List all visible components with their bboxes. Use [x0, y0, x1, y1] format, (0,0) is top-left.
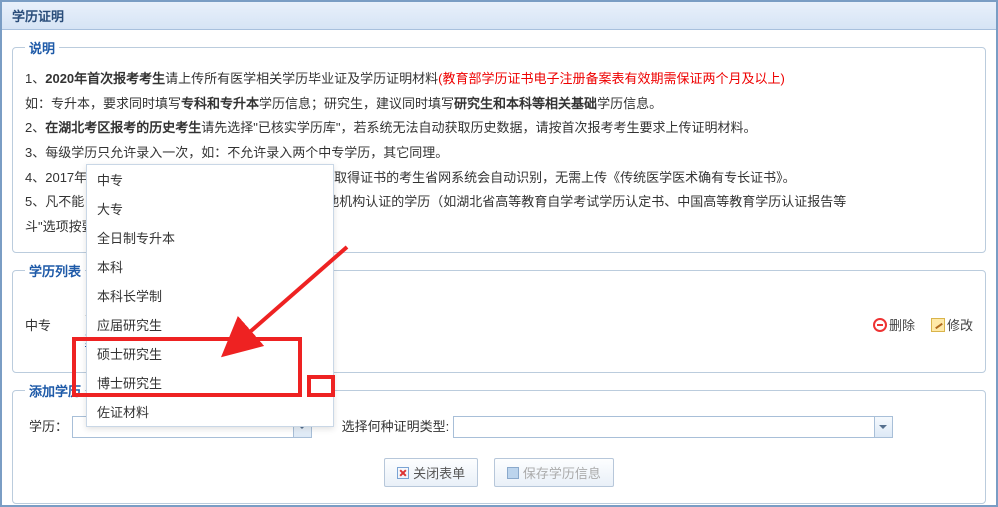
- note-line-2: 如：专升本，要求同时填写专科和专升本学历信息；研究生，建议同时填写研究生和本科等…: [25, 92, 973, 117]
- close-icon: [397, 467, 409, 479]
- proof-type-label: 选择何种证明类型:: [342, 419, 450, 434]
- note-line-1: 1、2020年首次报考考生请上传所有医学相关学历毕业证及学历证明材料(教育部学历…: [25, 67, 973, 92]
- dropdown-item[interactable]: 硕士研究生: [87, 339, 333, 368]
- level-label: 学历：: [29, 419, 68, 434]
- education-list-legend: 学历列表: [25, 261, 85, 280]
- proof-type-combo[interactable]: [453, 416, 893, 438]
- dropdown-item[interactable]: 应届研究生: [87, 310, 333, 339]
- save-icon: [507, 467, 519, 479]
- dropdown-item[interactable]: 全日制专升本: [87, 223, 333, 252]
- level-dropdown-list[interactable]: 中专 大专 全日制专升本 本科 本科长学制 应届研究生 硕士研究生 博士研究生 …: [86, 164, 334, 427]
- proof-type-input[interactable]: [454, 417, 874, 437]
- dropdown-item[interactable]: 大专: [87, 194, 333, 223]
- delete-button[interactable]: 删除: [873, 315, 915, 334]
- add-education-legend: 添加学历: [25, 381, 85, 400]
- dialog-education-proof: 学历证明 说明 1、2020年首次报考考生请上传所有医学相关学历毕业证及学历证明…: [0, 0, 998, 507]
- edit-icon: [931, 318, 945, 332]
- note-line-4: 3、每级学历只允许录入一次，如：不允许录入两个中专学历，其它同理。: [25, 141, 973, 166]
- dropdown-item[interactable]: 本科: [87, 252, 333, 281]
- dropdown-item[interactable]: 博士研究生: [87, 368, 333, 397]
- edit-button[interactable]: 修改: [931, 315, 973, 334]
- notes-legend: 说明: [25, 38, 59, 57]
- save-button[interactable]: 保存学历信息: [494, 458, 614, 487]
- button-bar: 关闭表单 保存学历信息: [25, 444, 973, 491]
- dialog-title: 学历证明: [2, 2, 996, 30]
- note-line-3: 2、在湖北考区报考的历史考生请先选择"已核实学历库"，若系统无法自动获取历史数据…: [25, 116, 973, 141]
- proof-type-field: 选择何种证明类型:: [342, 416, 893, 439]
- dropdown-item[interactable]: 佐证材料: [87, 397, 333, 426]
- close-form-button[interactable]: 关闭表单: [384, 458, 478, 487]
- chevron-down-icon[interactable]: [874, 417, 892, 437]
- dropdown-item[interactable]: 中专: [87, 165, 333, 194]
- delete-icon: [873, 318, 887, 332]
- education-level-cell: 中专: [25, 315, 85, 334]
- dropdown-item[interactable]: 本科长学制: [87, 281, 333, 310]
